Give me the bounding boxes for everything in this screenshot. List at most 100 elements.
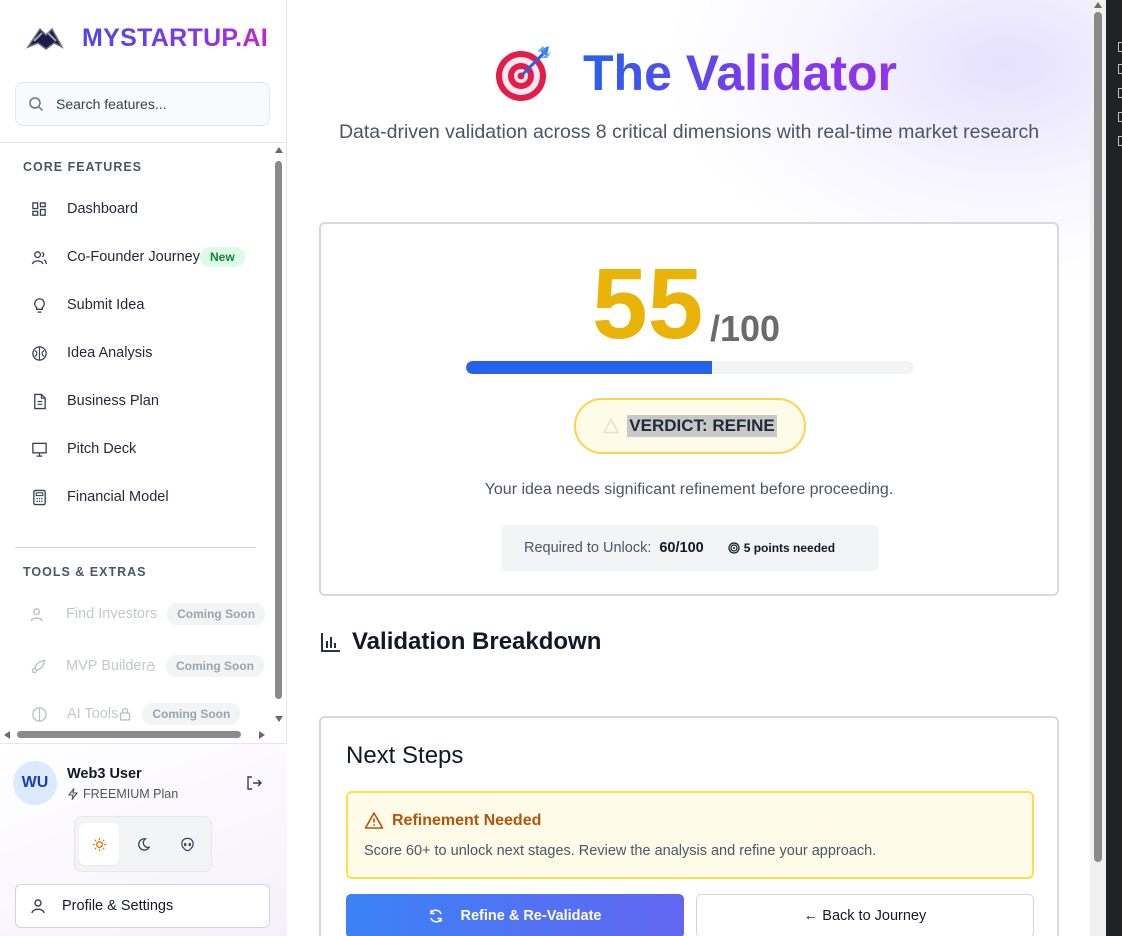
- sidebar-item-label: MVP Builder: [66, 658, 147, 674]
- next-steps-title: Next Steps: [346, 742, 464, 769]
- scroll-down-arrow-icon[interactable]: [275, 716, 283, 722]
- sidebar-item-submit-idea[interactable]: Submit Idea: [14, 285, 264, 325]
- sidebar-vertical-scrollbar[interactable]: [272, 143, 286, 730]
- lightbulb-icon: [33, 297, 45, 313]
- back-button-label: ← Back to Journey: [803, 908, 927, 924]
- moon-icon: [137, 837, 151, 851]
- sidebar-item-label: AI Tools: [67, 706, 119, 722]
- alien-theme-button[interactable]: [167, 823, 207, 865]
- section-divider: [15, 547, 256, 548]
- dark-theme-button[interactable]: [123, 823, 163, 865]
- sidebar-item-business-plan[interactable]: Business Plan: [14, 381, 264, 421]
- lightning-icon: [67, 788, 79, 800]
- score-card: 55 /100 VERDICT: REFINE Your idea needs …: [319, 222, 1059, 596]
- page-vertical-scrollbar[interactable]: [1090, 0, 1106, 936]
- alert-header: Refinement Needed: [364, 811, 541, 831]
- users-icon: [31, 250, 47, 264]
- sidebar-item-co-founder-journey[interactable]: Co-Founder Journey New: [14, 237, 264, 277]
- refine-button-label: Refine & Re-Validate: [460, 908, 602, 924]
- scroll-left-arrow-icon[interactable]: [4, 731, 10, 739]
- profile-settings-label: Profile & Settings: [62, 898, 174, 914]
- verdict-text[interactable]: VERDICT: REFINE: [627, 415, 777, 437]
- sun-icon: [92, 837, 106, 851]
- scroll-up-arrow-icon[interactable]: [275, 147, 283, 153]
- alien-icon: [180, 837, 194, 851]
- sidebar-item-label: Idea Analysis: [67, 345, 153, 361]
- main-content: The Validator Data-driven validation acr…: [288, 0, 1090, 936]
- sidebar-item-label: Co-Founder Journey: [67, 249, 200, 265]
- sidebar: MYSTARTUP.AI CORE FEATURES Dashboard Co-…: [0, 0, 287, 936]
- breakdown-title: Validation Breakdown: [352, 628, 602, 655]
- logo[interactable]: MYSTARTUP.AI: [22, 20, 268, 56]
- new-badge: New: [200, 247, 245, 267]
- refine-revalidate-button[interactable]: Refine & Re-Validate: [346, 894, 684, 936]
- sidebar-footer: WU Web3 User FREEMIUM Plan Profile & Set…: [0, 743, 287, 936]
- presentation-icon: [31, 442, 47, 457]
- sidebar-item-label: Find Investors: [66, 606, 158, 622]
- unlock-value: 60/100: [659, 540, 704, 556]
- brain-icon: [31, 706, 47, 722]
- sidebar-item-pitch-deck[interactable]: Pitch Deck: [14, 429, 264, 469]
- light-theme-button[interactable]: [79, 823, 119, 865]
- sidebar-horizontal-scrollbar[interactable]: [0, 728, 272, 742]
- users-icon: [30, 607, 43, 621]
- sidebar-item-label: Submit Idea: [67, 297, 145, 313]
- unlock-requirement: Required to Unlock: 60/100 5 points need…: [501, 525, 879, 571]
- devtools-strip: [1106, 0, 1122, 936]
- sidebar-item-dashboard[interactable]: Dashboard: [14, 189, 264, 229]
- grid-icon: [31, 201, 46, 216]
- avatar[interactable]: WU: [13, 761, 57, 805]
- sidebar-item-financial-model[interactable]: Financial Model: [14, 477, 264, 517]
- document-icon: [33, 393, 46, 409]
- validation-breakdown-heading: Validation Breakdown: [320, 628, 601, 656]
- nav-scroll-area[interactable]: CORE FEATURES Dashboard Co-Founder Journ…: [0, 143, 272, 730]
- search-box[interactable]: [15, 82, 270, 126]
- warning-icon: [603, 418, 620, 434]
- user-plan: FREEMIUM Plan: [67, 787, 178, 801]
- page-title: The Validator: [583, 45, 897, 101]
- score-progress-fill: [466, 361, 713, 374]
- sidebar-item-find-investors: Find Investors Coming Soon: [14, 594, 266, 634]
- plan-label: FREEMIUM Plan: [83, 787, 179, 801]
- refresh-icon: [430, 909, 443, 923]
- scroll-right-arrow-icon[interactable]: [259, 731, 265, 739]
- profile-settings-button[interactable]: Profile & Settings: [15, 884, 270, 928]
- sidebar-item-label: Financial Model: [67, 489, 169, 505]
- scroll-up-arrow-icon[interactable]: [1094, 2, 1102, 8]
- coming-soon-badge: Coming Soon: [166, 655, 264, 677]
- calculator-icon: [32, 489, 46, 505]
- sidebar-item-idea-analysis[interactable]: Idea Analysis: [14, 333, 264, 373]
- verdict-description: Your idea needs significant refinement b…: [484, 481, 894, 498]
- sidebar-item-mvp-builder: MVP Builder Coming Soon: [14, 646, 264, 686]
- lock-icon: [147, 661, 155, 671]
- theme-switcher: [74, 816, 212, 872]
- points-needed: 5 points needed: [728, 541, 835, 555]
- back-to-journey-button[interactable]: ← Back to Journey: [696, 894, 1034, 936]
- lock-icon: [120, 707, 131, 721]
- refinement-alert: Refinement Needed Score 60+ to unlock ne…: [346, 791, 1034, 879]
- score-max: /100: [710, 308, 781, 349]
- scrollbar-thumb[interactable]: [275, 161, 282, 699]
- points-needed-label: 5 points needed: [743, 541, 836, 555]
- coming-soon-badge: Coming Soon: [167, 603, 266, 625]
- scrollbar-thumb[interactable]: [1094, 12, 1102, 862]
- verdict-badge: VERDICT: REFINE: [574, 398, 806, 454]
- brain-icon: [31, 345, 47, 361]
- coming-soon-badge: Coming Soon: [142, 703, 241, 725]
- bar-chart-icon: [321, 633, 340, 652]
- search-input[interactable]: [56, 96, 256, 112]
- warning-icon: [364, 812, 384, 829]
- logout-icon[interactable]: [245, 774, 263, 792]
- score-value: 55: [592, 248, 704, 360]
- alert-text: Score 60+ to unlock next stages. Review …: [364, 843, 877, 859]
- target-dart-icon: [496, 46, 551, 101]
- scrollbar-thumb[interactable]: [17, 731, 241, 738]
- sidebar-item-label: Pitch Deck: [67, 441, 137, 457]
- sidebar-item-ai-tools: AI Tools Coming Soon: [14, 694, 264, 730]
- section-title-core: CORE FEATURES: [23, 160, 143, 174]
- section-title-tools: TOOLS & EXTRAS: [23, 565, 147, 579]
- sidebar-item-label: Business Plan: [67, 393, 159, 409]
- brand-name: MYSTARTUP.AI: [82, 23, 269, 52]
- score-progress-bar: [466, 361, 914, 374]
- next-steps-card: Next Steps Refinement Needed Score 60+ t…: [319, 716, 1059, 936]
